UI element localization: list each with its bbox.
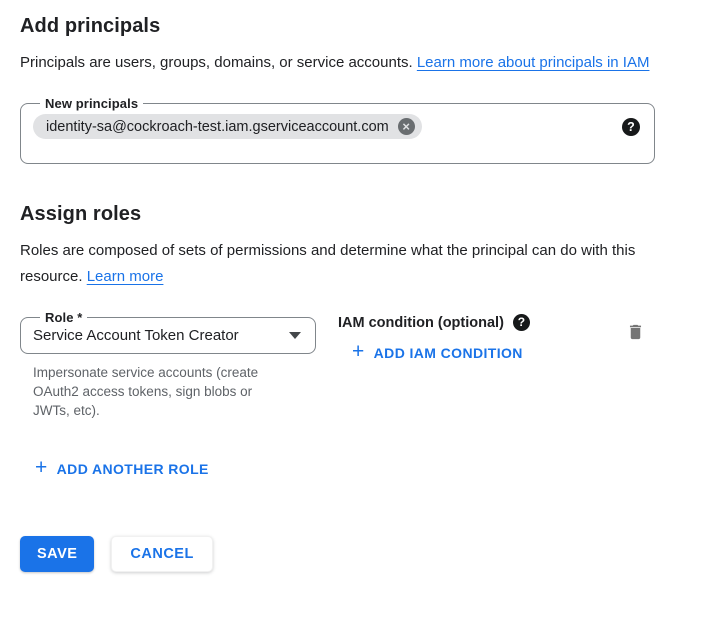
add-another-role-button[interactable]: + ADD ANOTHER ROLE [35, 460, 209, 478]
iam-condition-label-row: IAM condition (optional) ? [338, 314, 626, 331]
chip-remove-icon[interactable]: × [398, 118, 415, 135]
learn-more-principals-link[interactable]: Learn more about principals in IAM [417, 54, 650, 71]
new-principals-field[interactable]: New principals identity-sa@cockroach-tes… [20, 96, 655, 164]
plus-icon: + [35, 459, 48, 477]
role-value-row: Service Account Token Creator [33, 327, 303, 344]
save-button[interactable]: SAVE [20, 536, 94, 572]
add-principals-title: Add principals [20, 14, 693, 38]
assign-roles-description: Roles are composed of sets of permission… [20, 238, 670, 290]
learn-more-roles-link[interactable]: Learn more [87, 268, 164, 285]
role-helper-text: Impersonate service accounts (create OAu… [33, 363, 291, 420]
new-principals-label: New principals [40, 96, 143, 111]
role-row: Role * Service Account Token Creator Imp… [20, 310, 675, 420]
delete-role-button[interactable] [626, 322, 645, 345]
add-principals-description-text: Principals are users, groups, domains, o… [20, 54, 417, 71]
add-iam-condition-label: ADD IAM CONDITION [374, 345, 523, 361]
new-principals-content: identity-sa@cockroach-test.iam.gservicea… [33, 114, 640, 139]
iam-condition-label: IAM condition (optional) [338, 315, 504, 331]
add-principals-panel: Add principals Principals are users, gro… [0, 0, 713, 572]
new-principals-help-icon[interactable]: ? [622, 118, 640, 136]
cancel-button[interactable]: CANCEL [111, 536, 212, 572]
role-select[interactable]: Role * Service Account Token Creator [20, 310, 316, 354]
plus-icon: + [352, 343, 365, 361]
iam-condition-help-icon[interactable]: ? [513, 314, 530, 331]
principal-chip[interactable]: identity-sa@cockroach-test.iam.gservicea… [33, 114, 422, 139]
role-label: Role * [40, 310, 87, 325]
footer-actions: SAVE CANCEL [20, 536, 693, 572]
chevron-down-icon [289, 332, 301, 339]
iam-condition-column: IAM condition (optional) ? + ADD IAM CON… [338, 310, 626, 364]
principal-chip-value: identity-sa@cockroach-test.iam.gservicea… [46, 119, 389, 135]
add-principals-description: Principals are users, groups, domains, o… [20, 50, 670, 76]
role-selected-value: Service Account Token Creator [33, 327, 239, 344]
role-column: Role * Service Account Token Creator Imp… [20, 310, 316, 420]
add-iam-condition-button[interactable]: + ADD IAM CONDITION [352, 344, 523, 362]
add-another-role-label: ADD ANOTHER ROLE [57, 461, 209, 477]
assign-roles-title: Assign roles [20, 202, 693, 226]
delete-role-column [626, 310, 675, 347]
trash-icon [626, 322, 645, 342]
